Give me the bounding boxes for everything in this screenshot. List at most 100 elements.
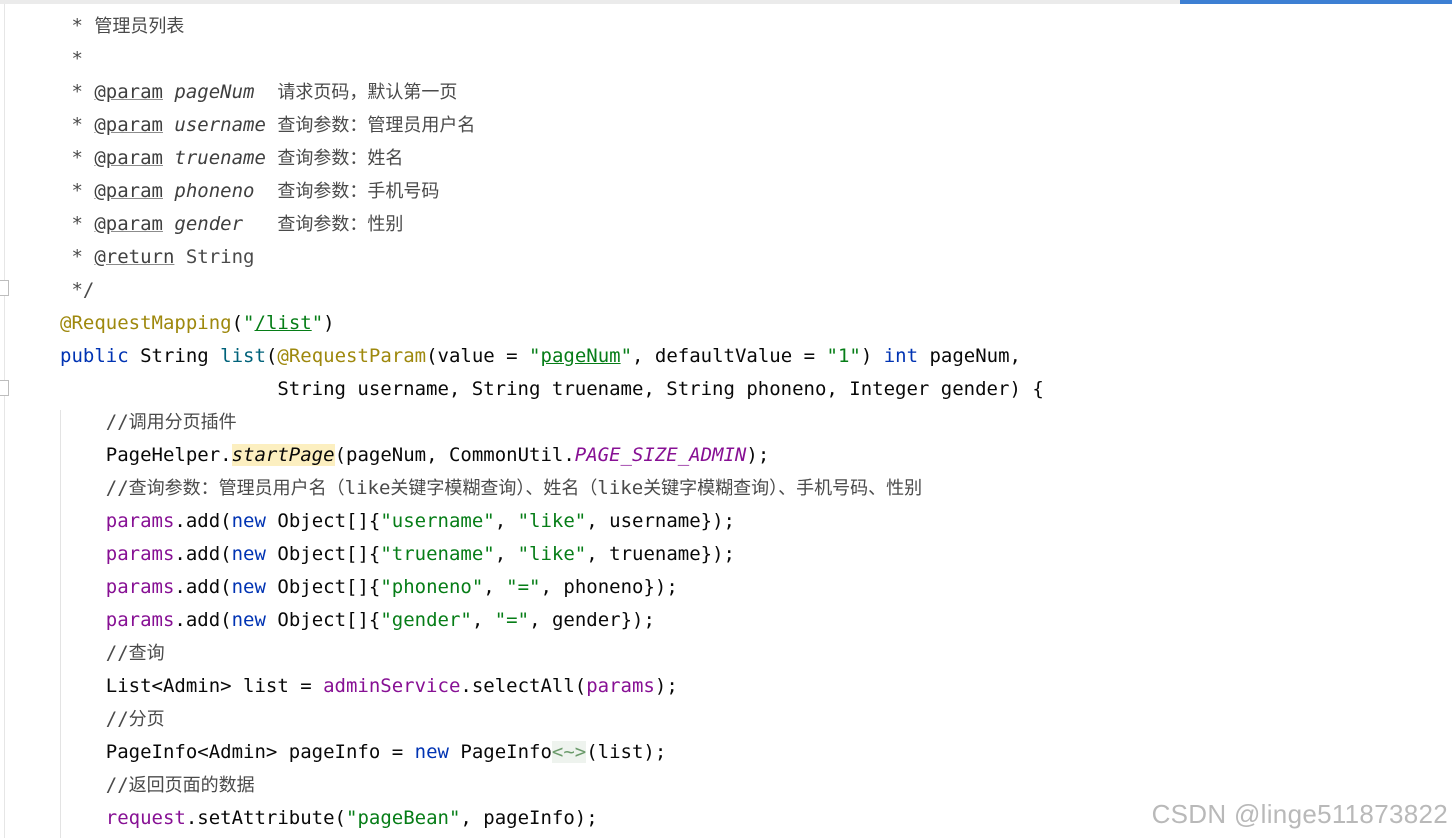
code-line[interactable]: * @param pageNum 请求页码，默认第一页 [60, 76, 1044, 109]
code-token: 查询参数：性别 [277, 214, 404, 235]
fold-marker-icon[interactable] [0, 280, 9, 296]
code-token: 请求页码，默认第一页 [277, 82, 458, 103]
code-token: PageHelper. [105, 444, 232, 466]
code-line[interactable]: * @param username 查询参数：管理员用户名 [60, 109, 1044, 142]
code-token: pageNum [540, 345, 621, 367]
code-editor[interactable]: * 管理员列表 * * @param pageNum 请求页码，默认第一页 * … [60, 10, 1044, 835]
code-line[interactable]: * [60, 43, 1044, 76]
code-token: * [60, 213, 95, 235]
fold-marker-icon[interactable] [0, 380, 9, 396]
code-line[interactable]: * 管理员列表 [60, 10, 1044, 43]
code-token: startPage [231, 444, 335, 466]
code-line[interactable]: List<Admin> list = adminService.selectAl… [60, 670, 1044, 703]
code-token: 关键字模糊查询）、姓名（ [390, 478, 598, 499]
editor-gutter [0, 4, 12, 838]
code-token: @param [94, 213, 163, 235]
code-line[interactable]: //返回页面的数据 [60, 769, 1044, 802]
code-token: "1" [826, 345, 861, 367]
code-token: params [105, 543, 175, 565]
code-token: pageNum [174, 81, 255, 103]
code-token: String username, String truename, String… [277, 378, 1044, 400]
code-token: * [60, 15, 95, 37]
code-token: , phoneno}); [540, 576, 678, 598]
code-token: */ [60, 279, 95, 301]
code-token: truename [174, 147, 266, 169]
code-token: @RequestParam [277, 345, 427, 367]
code-token: new [231, 609, 266, 631]
code-line[interactable]: params.add(new Object[]{"phoneno", "=", … [60, 571, 1044, 604]
code-token: phoneno [174, 180, 255, 202]
code-token: .add( [174, 576, 232, 598]
code-token: "username" [380, 510, 495, 532]
code-line[interactable]: * @return String [60, 241, 1044, 274]
code-token: .setAttribute( [185, 807, 346, 829]
code-line[interactable]: PageInfo<Admin> pageInfo = new PageInfo<… [60, 736, 1044, 769]
code-line[interactable]: params.add(new Object[]{"gender", "=", g… [60, 604, 1044, 637]
code-token: <~> [551, 741, 587, 763]
code-token: new [231, 576, 266, 598]
code-token: "truename" [380, 543, 495, 565]
code-line[interactable]: //查询 [60, 637, 1044, 670]
code-line[interactable]: */ [60, 274, 1044, 307]
code-line[interactable]: * @param truename 查询参数：姓名 [60, 142, 1044, 175]
code-token: // [105, 411, 129, 433]
code-token: PAGE_SIZE_ADMIN [574, 444, 747, 466]
code-line[interactable]: //查询参数：管理员用户名（like关键字模糊查询）、姓名（like关键字模糊查… [60, 472, 1044, 505]
code-token: * [60, 147, 95, 169]
code-line[interactable]: @RequestMapping("/list") [60, 307, 1044, 340]
code-token: username [174, 114, 266, 136]
code-line[interactable]: request.setAttribute("pageBean", pageInf… [60, 802, 1044, 835]
code-token: "=" [506, 576, 541, 598]
code-line[interactable]: * @param gender 查询参数：性别 [60, 208, 1044, 241]
code-token: , truename}); [586, 543, 735, 565]
code-token: ) [860, 345, 884, 367]
code-line[interactable]: PageHelper.startPage(pageNum, CommonUtil… [60, 439, 1044, 472]
code-line[interactable]: //调用分页插件 [60, 406, 1044, 439]
code-token: ( [265, 345, 278, 367]
code-line[interactable]: String username, String truename, String… [60, 373, 1044, 406]
code-token: public [60, 345, 129, 367]
code-token: @param [94, 81, 163, 103]
code-token: like [597, 477, 644, 499]
code-line[interactable]: params.add(new Object[]{"username", "lik… [60, 505, 1044, 538]
code-token: @param [94, 114, 163, 136]
code-token: 查询参数：姓名 [277, 148, 404, 169]
code-token: // [105, 708, 129, 730]
code-line[interactable]: * @param phoneno 查询参数：手机号码 [60, 175, 1044, 208]
code-line[interactable]: public String list(@RequestParam(value =… [60, 340, 1044, 373]
code-token: String [174, 246, 255, 268]
code-token: , [483, 576, 507, 598]
editor-tab-indicator [1180, 0, 1452, 4]
code-token: Object[]{ [265, 543, 381, 565]
code-token: (pageNum, CommonUtil. [334, 444, 575, 466]
code-token: 查询 [128, 643, 165, 664]
code-token: , username}); [586, 510, 735, 532]
code-token: " [311, 312, 324, 334]
code-token: "like" [517, 510, 587, 532]
code-token: 查询参数：管理员用户名（ [128, 478, 345, 499]
code-token: list [220, 345, 266, 367]
code-token: 查询参数：管理员用户名 [277, 115, 476, 136]
code-line[interactable]: //分页 [60, 703, 1044, 736]
code-token: params [105, 576, 175, 598]
code-token: PageInfo [448, 741, 552, 763]
code-token: pageNum, [918, 345, 1021, 367]
code-token: int [883, 345, 919, 367]
code-token: * [60, 48, 83, 70]
code-token: 关键字模糊查询）、手机号码、性别 [643, 478, 923, 499]
code-token: Object[]{ [265, 576, 381, 598]
code-token: * [60, 114, 95, 136]
code-token: params [105, 510, 175, 532]
code-line[interactable]: params.add(new Object[]{"truename", "lik… [60, 538, 1044, 571]
